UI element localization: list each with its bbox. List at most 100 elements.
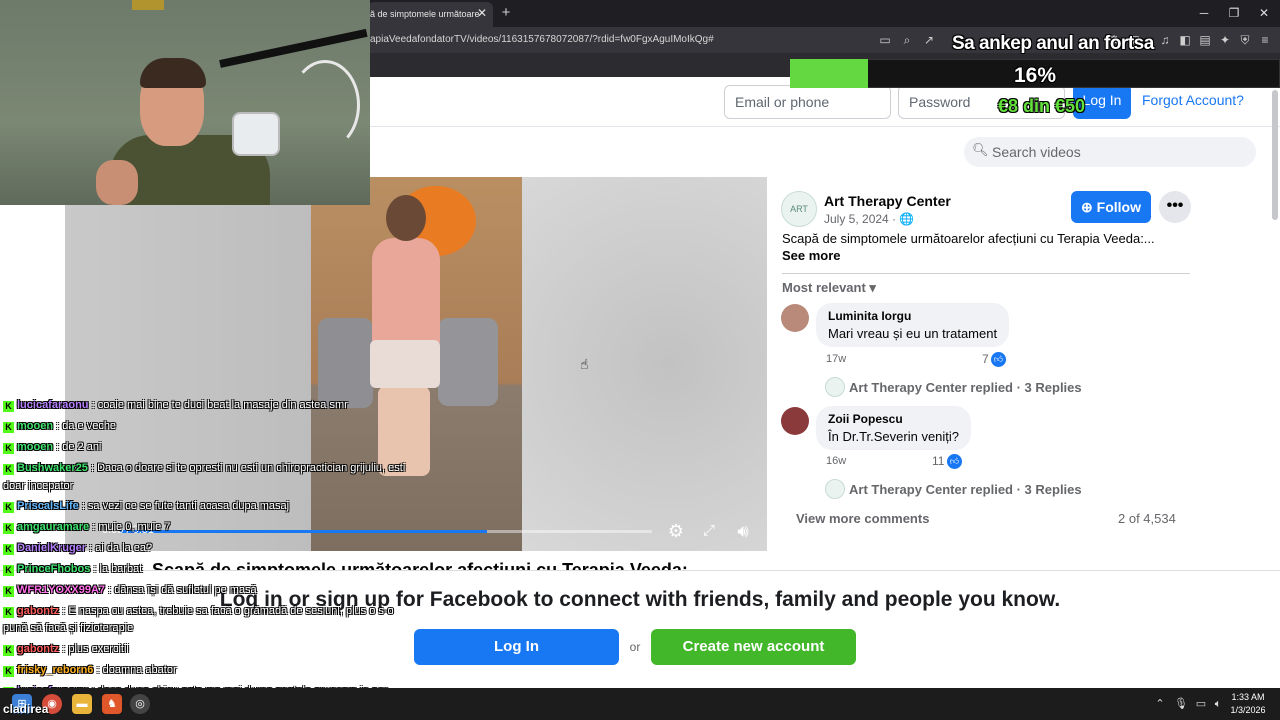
mouse-cursor-icon: ☝︎ bbox=[580, 356, 589, 372]
page-avatar[interactable]: ART bbox=[781, 191, 817, 227]
share-icon[interactable]: ↗ bbox=[921, 32, 937, 48]
chat-username[interactable]: PrinceFhobos bbox=[17, 563, 90, 575]
mic-cable bbox=[290, 60, 360, 150]
chat-text: : la barbat bbox=[90, 563, 143, 575]
kick-badge-icon: K bbox=[3, 464, 14, 475]
chat-message: K DanielKruger : ai da la ea? bbox=[3, 542, 152, 555]
forgot-account-link[interactable]: Forgot Account? bbox=[1142, 92, 1244, 108]
see-more-link[interactable]: See more bbox=[782, 248, 841, 263]
sort-dropdown[interactable]: Most relevant ▾ bbox=[782, 280, 876, 296]
comment-author[interactable]: Zoii Popescu bbox=[828, 412, 959, 426]
kick-badge-icon: K bbox=[3, 523, 14, 534]
chat-username[interactable]: frisky_reborn6 bbox=[17, 664, 93, 676]
chat-username[interactable]: gabontz bbox=[17, 605, 59, 617]
chat-message: K Bushwaker25 : Daca o doare si te oprest… bbox=[3, 462, 405, 475]
music-icon[interactable]: ♫ bbox=[1157, 32, 1173, 48]
obs-icon[interactable]: ◎ bbox=[130, 694, 150, 714]
replies-link[interactable]: Art Therapy Center replied · 3 Replies bbox=[849, 380, 1082, 395]
more-options-button[interactable]: ••• bbox=[1159, 191, 1191, 223]
chat-username[interactable]: mooen bbox=[17, 441, 53, 453]
brave-icon[interactable]: ♞ bbox=[102, 694, 122, 714]
sparkle-icon[interactable]: ✦ bbox=[1217, 32, 1233, 48]
chair bbox=[318, 318, 373, 408]
chat-username[interactable]: Bushwaker25 bbox=[17, 462, 88, 474]
comment-author[interactable]: Luminita Iorgu bbox=[828, 309, 997, 323]
chat-message: doar incepator bbox=[3, 480, 73, 492]
chat-message: K WFR1YOXX99A7 : dânsa își dă sufletul pe… bbox=[3, 584, 257, 597]
mic-tray-icon[interactable]: 🎙︎ bbox=[1174, 697, 1188, 711]
avatar[interactable] bbox=[781, 304, 809, 332]
chat-text: : muie 0, muie 7 bbox=[89, 521, 171, 533]
chat-text: : dânsa își dă sufletul pe masă bbox=[105, 584, 257, 596]
email-field[interactable]: Email or phone bbox=[724, 85, 891, 119]
tray-chevron-icon[interactable]: ⌃ bbox=[1153, 697, 1167, 711]
shield-icon[interactable]: ⛨ bbox=[1237, 32, 1253, 48]
chat-message: Kfrisky_reborn6 : doamna abator bbox=[3, 664, 177, 677]
volume-icon[interactable]: 🔊︎ bbox=[731, 519, 755, 543]
avatar[interactable] bbox=[781, 407, 809, 435]
clock-date[interactable]: 1/3/2026 bbox=[1228, 705, 1268, 715]
chat-message: Kmooen : da e veche bbox=[3, 420, 116, 433]
scrollbar[interactable] bbox=[1272, 90, 1278, 220]
kick-badge-icon: K bbox=[3, 401, 14, 412]
close-window-button[interactable]: ✕ bbox=[1252, 2, 1276, 24]
view-more-comments-link[interactable]: View more comments bbox=[796, 511, 929, 526]
search-videos-input[interactable]: Search videos bbox=[964, 137, 1256, 167]
chat-username[interactable]: lucicafaraonu bbox=[17, 399, 89, 411]
reader-mode-icon[interactable]: ▭ bbox=[877, 32, 893, 48]
streamer-hand bbox=[96, 160, 138, 205]
search-icon: 🔍︎ bbox=[972, 142, 989, 157]
new-tab-button[interactable]: + bbox=[498, 4, 514, 22]
settings-icon[interactable]: ⚙ bbox=[664, 519, 688, 543]
wall-frame bbox=[132, 0, 164, 10]
chat-message: Kgabontz : plus exercitii bbox=[3, 643, 129, 656]
chat-username[interactable]: amgauramare bbox=[17, 521, 89, 533]
goal-percent: 16% bbox=[1014, 64, 1057, 87]
speaker-icon[interactable]: 🔈︎ bbox=[1211, 697, 1225, 711]
replies-link[interactable]: Art Therapy Center replied · 3 Replies bbox=[849, 482, 1082, 497]
post-date[interactable]: July 5, 2024 · 🌐 bbox=[824, 212, 914, 226]
chat-message: Kmooen : de 2 ani bbox=[3, 441, 101, 454]
chat-username[interactable]: gabontz bbox=[17, 643, 59, 655]
chat-message: Klucicafaraonu : coaie mai bine te duci … bbox=[3, 399, 348, 412]
page-avatar-small bbox=[825, 377, 845, 397]
taskbar bbox=[0, 688, 1280, 720]
network-icon[interactable]: ▭ bbox=[1194, 697, 1208, 711]
zoom-icon[interactable]: ⌕ bbox=[899, 32, 915, 48]
kick-badge-icon: K bbox=[3, 544, 14, 555]
like-icon: 👍︎ bbox=[947, 454, 962, 469]
chat-username[interactable]: DanielKruger bbox=[17, 542, 86, 554]
comment-text: Mari vreau și eu un tratament bbox=[828, 326, 998, 341]
chat-text: : da e veche bbox=[53, 420, 117, 432]
clock-time[interactable]: 1:33 AM bbox=[1228, 692, 1268, 702]
comment-time[interactable]: 16w bbox=[826, 455, 846, 467]
maximize-button[interactable]: ❐ bbox=[1222, 2, 1246, 24]
minimize-button[interactable]: ─ bbox=[1192, 2, 1216, 24]
chat-text: pună să facă și fizioterapie bbox=[3, 622, 134, 634]
person-head bbox=[386, 195, 426, 241]
kick-badge-icon: K bbox=[3, 422, 14, 433]
fullscreen-icon[interactable]: ⤢ bbox=[697, 519, 721, 543]
follow-icon: ⊕ bbox=[1081, 199, 1097, 215]
chat-message: Kgabontz : E naspa cu astea, trebuie sa … bbox=[3, 605, 394, 618]
banner-login-button[interactable]: Log In bbox=[414, 629, 619, 665]
page-avatar-small bbox=[825, 479, 845, 499]
chat-username[interactable]: WFR1YOXX99A7 bbox=[17, 584, 105, 596]
url-field[interactable]: apiaVeedafondatorTV/videos/1163157678072… bbox=[370, 31, 714, 49]
goal-amount: €8 din €50 bbox=[998, 96, 1086, 116]
page-name[interactable]: Art Therapy Center bbox=[824, 193, 951, 209]
chat-text: : doamna abator bbox=[93, 664, 177, 676]
chat-username[interactable]: PriscaIsLife bbox=[17, 500, 79, 512]
follow-button[interactable]: ⊕ Follow bbox=[1071, 191, 1151, 223]
kick-badge-icon: K bbox=[3, 565, 14, 576]
menu-icon[interactable]: ≡ bbox=[1257, 32, 1273, 48]
create-account-button[interactable]: Create new account bbox=[651, 629, 856, 665]
video-progress-fill bbox=[120, 530, 488, 533]
chat-text: : plus exercitii bbox=[59, 643, 129, 655]
wallet-icon[interactable]: ▤ bbox=[1197, 32, 1213, 48]
panel-icon[interactable]: ◧ bbox=[1177, 32, 1193, 48]
comment-time[interactable]: 17w bbox=[826, 353, 846, 365]
tab-close-icon[interactable]: ✕ bbox=[474, 4, 490, 22]
chat-username[interactable]: mooen bbox=[17, 420, 53, 432]
folder-icon[interactable]: ▬ bbox=[72, 694, 92, 714]
